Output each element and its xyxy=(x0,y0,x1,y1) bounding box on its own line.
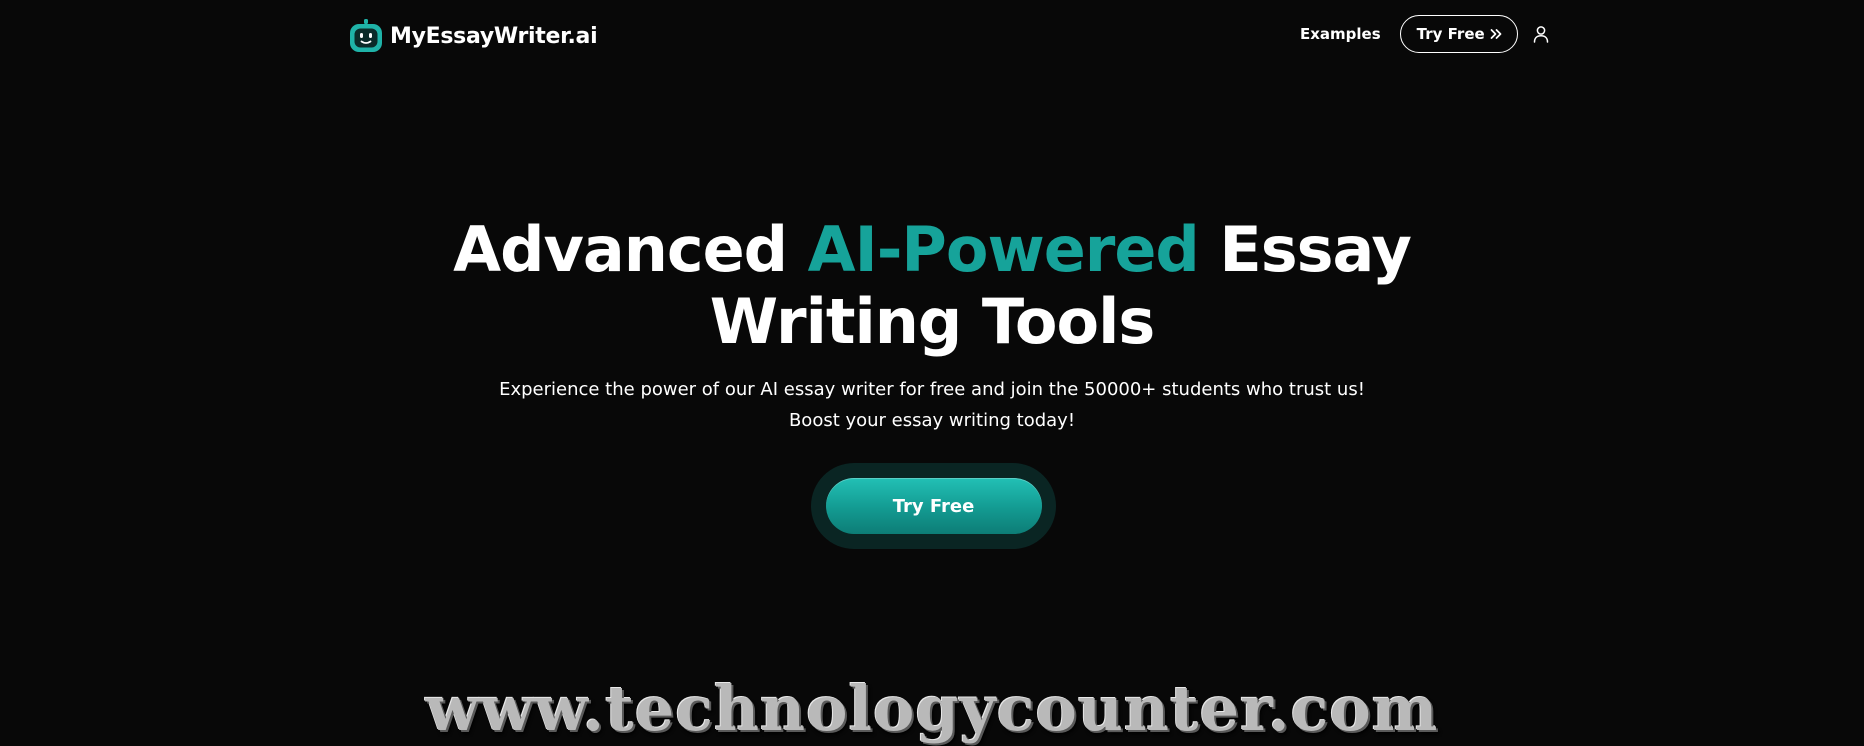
hero-subtitle: Experience the power of our AI essay wri… xyxy=(0,374,1864,436)
page: MyEssayWriter.ai Examples Try Free Advan… xyxy=(0,0,1864,746)
top-nav: Examples Try Free xyxy=(1300,15,1550,53)
header-try-free-label: Try Free xyxy=(1416,25,1485,43)
hero-title: Advanced AI-Powered Essay Writing Tools xyxy=(0,214,1864,358)
hero-subtitle-line2: Boost your essay writing today! xyxy=(788,410,1076,431)
hero-subtitle-line1: Experience the power of our AI essay wri… xyxy=(499,379,1365,400)
cta-halo: Try Free xyxy=(811,463,1056,549)
header-try-free-button[interactable]: Try Free xyxy=(1399,15,1518,53)
watermark-text: www.technologycounter.com xyxy=(425,672,1439,745)
hero-title-line2: Writing Tools xyxy=(709,285,1156,358)
site-header: MyEssayWriter.ai Examples Try Free xyxy=(0,0,1864,70)
hero-title-part2: Essay xyxy=(1198,213,1412,286)
user-icon[interactable] xyxy=(1532,25,1550,43)
hero-title-accent: AI-Powered xyxy=(807,213,1200,286)
hero-try-free-button[interactable]: Try Free xyxy=(825,478,1042,534)
logo-link[interactable]: MyEssayWriter.ai xyxy=(348,16,598,56)
hero-title-part1: Advanced xyxy=(453,213,808,286)
nav-link-examples[interactable]: Examples xyxy=(1300,25,1381,43)
robot-face-icon xyxy=(350,19,382,52)
logo-text: MyEssayWriter.ai xyxy=(390,23,598,49)
double-chevron-right-icon xyxy=(1490,29,1502,39)
